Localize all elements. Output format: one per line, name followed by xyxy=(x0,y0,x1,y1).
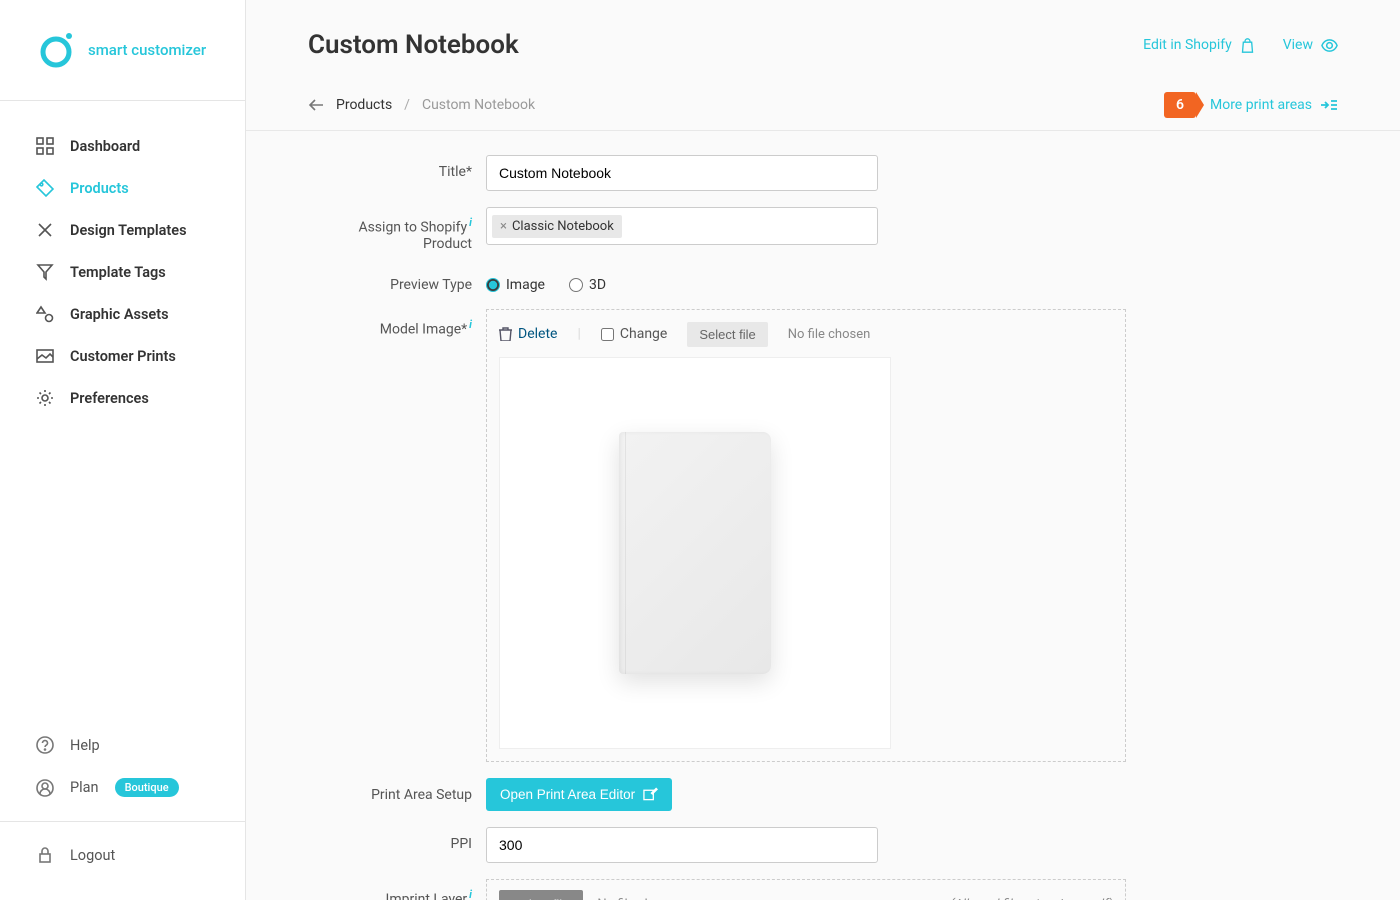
product-form: Title* Assign to Shopifyi Product × Clas… xyxy=(246,131,1400,900)
page-title: Custom Notebook xyxy=(308,30,519,60)
sidebar-item-customer-prints[interactable]: Customer Prints xyxy=(0,335,245,377)
sidebar-item-label: Plan xyxy=(70,779,99,796)
logo-icon xyxy=(36,30,76,70)
checkbox-input[interactable] xyxy=(601,328,614,341)
product-tag: × Classic Notebook xyxy=(492,215,622,238)
help-icon xyxy=(36,736,54,754)
more-print-areas-link[interactable]: More print areas xyxy=(1210,97,1338,113)
sidebar-item-products[interactable]: Products xyxy=(0,167,245,209)
breadcrumb-current: Custom Notebook xyxy=(422,97,535,113)
divider xyxy=(0,821,245,822)
funnel-icon xyxy=(36,263,54,281)
imprint-label: Imprint Layeri xyxy=(308,879,486,900)
sidebar-item-preferences[interactable]: Preferences xyxy=(0,377,245,419)
user-icon xyxy=(36,779,54,797)
print-area-label: Print Area Setup xyxy=(308,778,486,803)
sidebar-item-label: Preferences xyxy=(70,390,149,407)
open-print-area-editor-button[interactable]: Open Print Area Editor xyxy=(486,778,672,811)
edit-icon xyxy=(643,787,658,801)
tag-label: Classic Notebook xyxy=(512,219,614,234)
header-actions: Edit in Shopify View xyxy=(1143,37,1338,53)
title-input[interactable] xyxy=(486,155,878,191)
model-image-box: Delete | Change Select file No file chos… xyxy=(486,309,1126,762)
breadcrumb-bar: Products / Custom Notebook 6 More print … xyxy=(246,80,1400,131)
ppi-input[interactable] xyxy=(486,827,878,863)
sidebar-item-template-tags[interactable]: Template Tags xyxy=(0,251,245,293)
sidebar-item-help[interactable]: Help xyxy=(0,724,245,766)
sidebar: smart customizer Dashboard Products Desi… xyxy=(0,0,246,900)
assign-label: Assign to Shopifyi Product xyxy=(308,207,486,252)
link-label: View xyxy=(1283,37,1313,53)
info-icon[interactable]: i xyxy=(469,216,472,229)
gear-icon xyxy=(36,389,54,407)
delete-image-button[interactable]: Delete xyxy=(499,326,557,342)
main-nav: Dashboard Products Design Templates Temp… xyxy=(0,101,245,712)
sidebar-item-label: Help xyxy=(70,737,100,754)
notebook-mockup xyxy=(619,432,771,674)
back-icon[interactable] xyxy=(308,98,324,112)
sidebar-item-plan[interactable]: Plan Boutique xyxy=(0,766,245,809)
sidebar-item-dashboard[interactable]: Dashboard xyxy=(0,125,245,167)
image-preview xyxy=(499,357,891,749)
ppi-label: PPI xyxy=(308,827,486,852)
dashboard-icon xyxy=(36,137,54,155)
radio-input[interactable] xyxy=(569,278,583,292)
preview-3d-radio[interactable]: 3D xyxy=(569,277,606,293)
breadcrumb-sep: / xyxy=(404,97,410,113)
preview-type-label: Preview Type xyxy=(308,268,486,293)
edit-in-shopify-link[interactable]: Edit in Shopify xyxy=(1143,37,1255,53)
model-image-label: Model Image*i xyxy=(308,309,486,338)
page-header: Custom Notebook Edit in Shopify View xyxy=(246,0,1400,80)
select-file-button[interactable]: Select file xyxy=(687,322,767,347)
shapes-icon xyxy=(36,305,54,323)
more-print-areas: 6 More print areas xyxy=(1164,92,1338,118)
assign-product-input[interactable]: × Classic Notebook xyxy=(486,207,878,245)
arrow-list-icon xyxy=(1320,98,1338,112)
breadcrumb-parent[interactable]: Products xyxy=(336,97,392,113)
imprint-select-file-button[interactable]: Select file xyxy=(499,890,583,900)
sidebar-item-graphic-assets[interactable]: Graphic Assets xyxy=(0,293,245,335)
brand: smart customizer xyxy=(0,0,245,101)
sidebar-item-label: Logout xyxy=(70,847,115,864)
sidebar-item-label: Template Tags xyxy=(70,264,166,281)
sidebar-item-label: Dashboard xyxy=(70,138,140,155)
sidebar-item-label: Design Templates xyxy=(70,222,187,239)
image-icon xyxy=(36,347,54,365)
trash-icon xyxy=(499,327,512,341)
bag-icon xyxy=(1240,38,1255,53)
link-label: More print areas xyxy=(1210,97,1312,113)
radio-input[interactable] xyxy=(486,278,500,292)
brand-name: smart customizer xyxy=(88,41,206,59)
breadcrumb: Products / Custom Notebook xyxy=(308,97,535,113)
print-area-count-badge: 6 xyxy=(1164,92,1196,118)
preview-image-radio[interactable]: Image xyxy=(486,277,545,293)
info-icon[interactable]: i xyxy=(469,318,472,331)
main-content: Custom Notebook Edit in Shopify View Pro… xyxy=(246,0,1400,900)
title-label: Title* xyxy=(308,155,486,180)
radio-label: Image xyxy=(506,277,545,293)
remove-tag-icon[interactable]: × xyxy=(500,219,507,234)
plan-badge: Boutique xyxy=(115,778,179,797)
sidebar-item-label: Graphic Assets xyxy=(70,306,169,323)
sidebar-item-label: Products xyxy=(70,180,129,197)
imprint-file-status: No file chosen xyxy=(597,897,680,900)
tools-icon xyxy=(36,221,54,239)
imprint-file-box: Select file No file chosen (Allowed file… xyxy=(486,879,1126,900)
change-image-checkbox[interactable]: Change xyxy=(601,326,667,342)
sidebar-footer: Help Plan Boutique Logout xyxy=(0,712,245,900)
view-link[interactable]: View xyxy=(1283,37,1338,53)
link-label: Edit in Shopify xyxy=(1143,37,1232,53)
file-status: No file chosen xyxy=(788,327,871,342)
radio-label: 3D xyxy=(589,277,606,293)
sidebar-item-label: Customer Prints xyxy=(70,348,176,365)
info-icon[interactable]: i xyxy=(469,888,472,900)
lock-icon xyxy=(36,846,54,864)
tag-icon xyxy=(36,179,54,197)
image-toolbar: Delete | Change Select file No file chos… xyxy=(499,322,1113,357)
sidebar-item-logout[interactable]: Logout xyxy=(0,834,245,876)
sidebar-item-design-templates[interactable]: Design Templates xyxy=(0,209,245,251)
eye-icon xyxy=(1321,38,1338,53)
imprint-hint: (Allowed file extensions: pdf) xyxy=(950,897,1113,900)
